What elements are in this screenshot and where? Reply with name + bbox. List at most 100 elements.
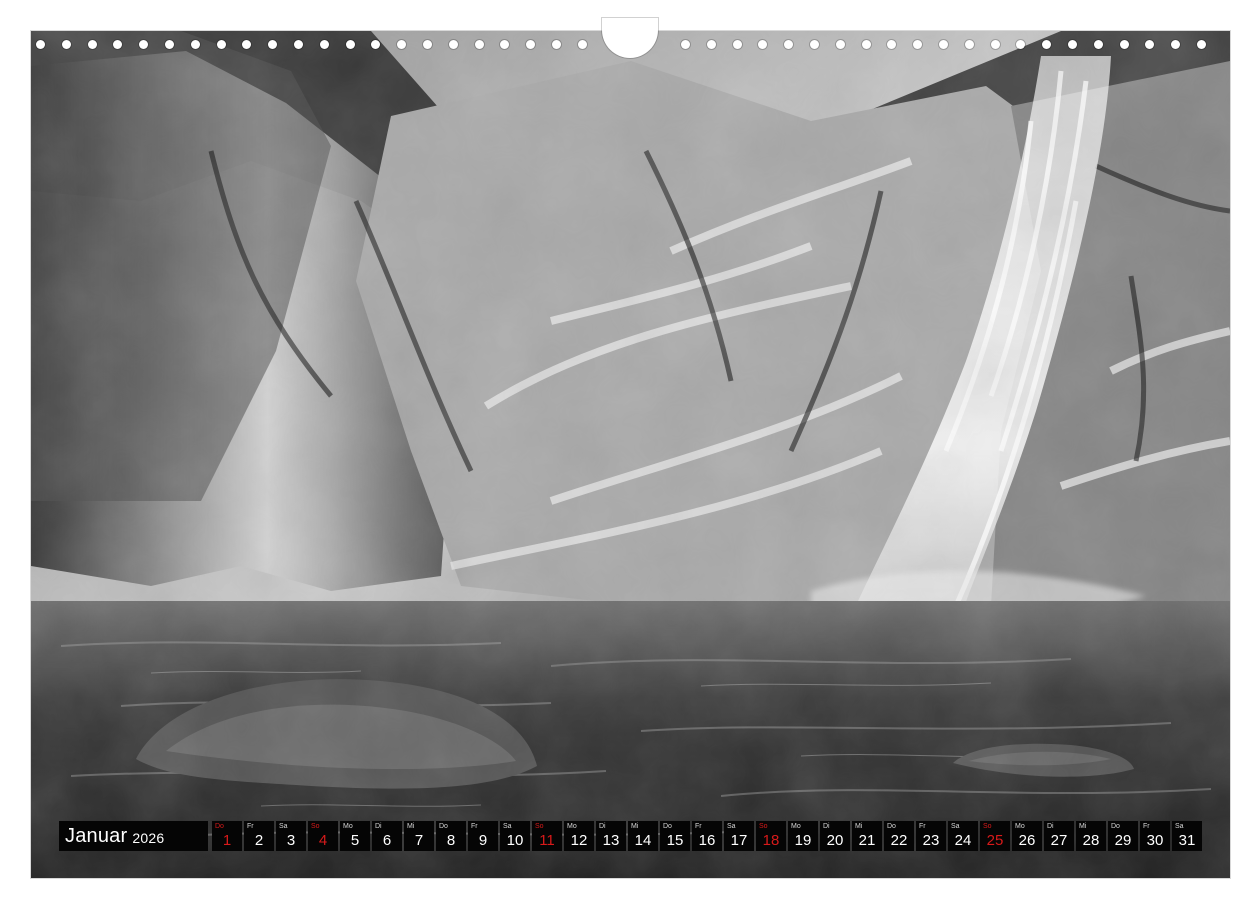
calendar-weekday: Sa <box>279 823 288 830</box>
calendar-weekday: Di <box>823 823 830 830</box>
calendar-day-cell: Sa 17 <box>724 821 754 851</box>
calendar-weekday: Do <box>1111 823 1120 830</box>
calendar-day-cell: Do 15 <box>660 821 690 851</box>
calendar-day-cell: Fr 30 <box>1140 821 1170 851</box>
calendar-weekday: So <box>759 823 768 830</box>
calendar-day-cell: So 18 <box>756 821 786 851</box>
calendar-weekday: Sa <box>951 823 960 830</box>
calendar-weekday: Di <box>375 823 382 830</box>
calendar-day-cell: Do 8 <box>436 821 466 851</box>
calendar-weekday: Mo <box>343 823 353 830</box>
calendar-day-number: 15 <box>666 832 684 849</box>
calendar-day-cell: Mo 19 <box>788 821 818 851</box>
calendar-weekday: Do <box>439 823 448 830</box>
calendar-day-number: 29 <box>1114 832 1132 849</box>
calendar-weekday: Mi <box>1079 823 1087 830</box>
calendar-weekday: So <box>535 823 544 830</box>
calendar-day-number: 3 <box>286 832 296 849</box>
month-name: Januar <box>65 824 128 847</box>
calendar-day-number: 21 <box>858 832 876 849</box>
calendar-weekday: Mi <box>407 823 415 830</box>
calendar-day-number: 19 <box>794 832 812 849</box>
calendar-day-number: 31 <box>1178 832 1196 849</box>
calendar-weekday: Fr <box>247 823 254 830</box>
calendar-day-number: 27 <box>1050 832 1068 849</box>
calendar-weekday: Di <box>1047 823 1054 830</box>
calendar-day-number: 17 <box>730 832 748 849</box>
calendar-day-number: 8 <box>446 832 456 849</box>
calendar-weekday: Do <box>215 823 224 830</box>
calendar-weekday: Fr <box>919 823 926 830</box>
calendar-day-number: 12 <box>570 832 588 849</box>
landscape-photo <box>31 31 1230 878</box>
calendar-page: Januar 2026 Do 1 Fr 2 Sa 3 So 4 Mo 5 Di 6 Mi 7 Do 8 Fr 9 S… <box>0 0 1260 908</box>
calendar-day-number: 6 <box>382 832 392 849</box>
calendar-weekday: Do <box>887 823 896 830</box>
calendar-day-cell: Mi 7 <box>404 821 434 851</box>
calendar-day-cell: Do 1 <box>212 821 242 851</box>
month-year: 2026 <box>132 829 165 846</box>
calendar-day-number: 20 <box>826 832 844 849</box>
calendar-weekday: Fr <box>1143 823 1150 830</box>
calendar-weekday: Mo <box>567 823 577 830</box>
calendar-day-number: 5 <box>350 832 360 849</box>
calendar-day-cell: Sa 24 <box>948 821 978 851</box>
calendar-day-number: 9 <box>478 832 488 849</box>
calendar-day-number: 16 <box>698 832 716 849</box>
calendar-day-number: 4 <box>318 832 328 849</box>
calendar-day-number: 2 <box>254 832 264 849</box>
calendar-weekday: Fr <box>695 823 702 830</box>
calendar-day-cell: Sa 3 <box>276 821 306 851</box>
calendar-weekday: Mo <box>1015 823 1025 830</box>
calendar-day-cell: Fr 23 <box>916 821 946 851</box>
calendar-day-number: 30 <box>1146 832 1164 849</box>
calendar-day-cell: Di 13 <box>596 821 626 851</box>
calendar-weekday: Sa <box>727 823 736 830</box>
calendar-day-cell: Mo 26 <box>1012 821 1042 851</box>
calendar-day-number: 23 <box>922 832 940 849</box>
calendar-day-number: 28 <box>1082 832 1100 849</box>
calendar-day-cell: Sa 10 <box>500 821 530 851</box>
calendar-day-number: 25 <box>986 832 1004 849</box>
waterfall-landscape-illustration <box>31 31 1230 878</box>
calendar-weekday: So <box>311 823 320 830</box>
calendar-weekday: Mi <box>631 823 639 830</box>
calendar-day-number: 22 <box>890 832 908 849</box>
calendar-day-cell: Mi 28 <box>1076 821 1106 851</box>
calendar-day-number: 10 <box>506 832 524 849</box>
calendar-weekday: Do <box>663 823 672 830</box>
calendar-day-cell: Mi 14 <box>628 821 658 851</box>
calendar-day-cell: So 11 <box>532 821 562 851</box>
calendar-day-number: 11 <box>539 832 555 849</box>
calendar-day-number: 18 <box>762 832 780 849</box>
calendar-day-number: 13 <box>602 832 620 849</box>
calendar-day-cell: Do 29 <box>1108 821 1138 851</box>
calendar-weekday: Sa <box>503 823 512 830</box>
calendar-day-number: 7 <box>414 832 424 849</box>
calendar-day-cell: Di 27 <box>1044 821 1074 851</box>
calendar-day-number: 26 <box>1018 832 1036 849</box>
calendar-day-cell: So 4 <box>308 821 338 851</box>
calendar-day-cell: Sa 31 <box>1172 821 1202 851</box>
calendar-weekday: Mi <box>855 823 863 830</box>
calendar-day-cell: Do 22 <box>884 821 914 851</box>
calendar-weekday: So <box>983 823 992 830</box>
calendar-weekday: Di <box>599 823 606 830</box>
calendar-weekday: Mo <box>791 823 801 830</box>
calendar-weekday: Sa <box>1175 823 1184 830</box>
calendar-day-cell: Mi 21 <box>852 821 882 851</box>
calendar-day-cell: Di 20 <box>820 821 850 851</box>
calendar-weekday: Fr <box>471 823 478 830</box>
calendar-day-cell: So 25 <box>980 821 1010 851</box>
calendar-day-cell: Fr 9 <box>468 821 498 851</box>
day-cells: Do 1 Fr 2 Sa 3 So 4 Mo 5 Di 6 Mi 7 Do 8 Fr 9 Sa 10 So 11 Mo 12 D… <box>212 821 1202 851</box>
calendar-day-number: 24 <box>954 832 972 849</box>
calendar-day-cell: Di 6 <box>372 821 402 851</box>
month-label: Januar 2026 <box>59 821 208 851</box>
calendar-day-cell: Fr 2 <box>244 821 274 851</box>
january-calendar-strip: Januar 2026 Do 1 Fr 2 Sa 3 So 4 Mo 5 Di 6 Mi 7 Do 8 Fr 9 S… <box>59 821 1202 851</box>
calendar-day-number: 14 <box>634 832 652 849</box>
calendar-day-cell: Mo 5 <box>340 821 370 851</box>
calendar-day-cell: Mo 12 <box>564 821 594 851</box>
calendar-day-number: 1 <box>222 832 232 849</box>
